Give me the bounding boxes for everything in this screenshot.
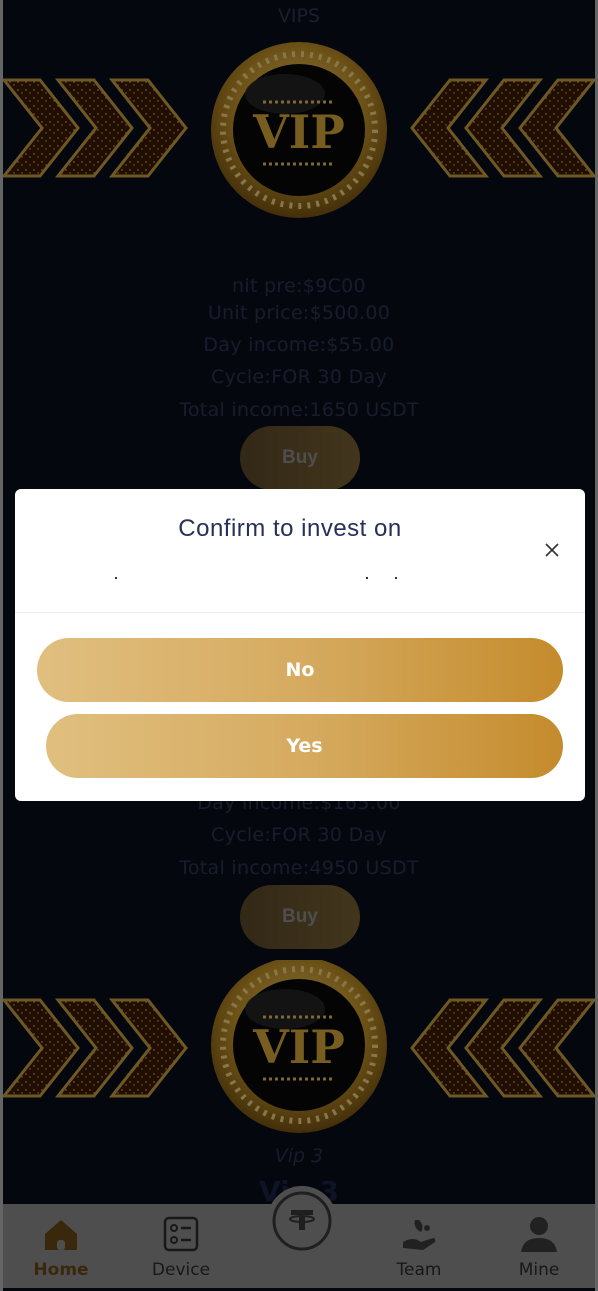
no-button[interactable]: No [37, 638, 563, 702]
yes-button[interactable]: Yes [46, 714, 563, 778]
page: VIPS VIP nit pre:$9C00 Unit price:$500.0… [0, 0, 598, 1291]
dialog-divider [15, 612, 585, 613]
dialog-title: Confirm to invest on [178, 515, 402, 542]
close-icon[interactable] [543, 541, 561, 559]
confirm-invest-dialog: Confirm to invest on No Yes [15, 489, 585, 801]
dialog-subtitle [15, 571, 585, 585]
